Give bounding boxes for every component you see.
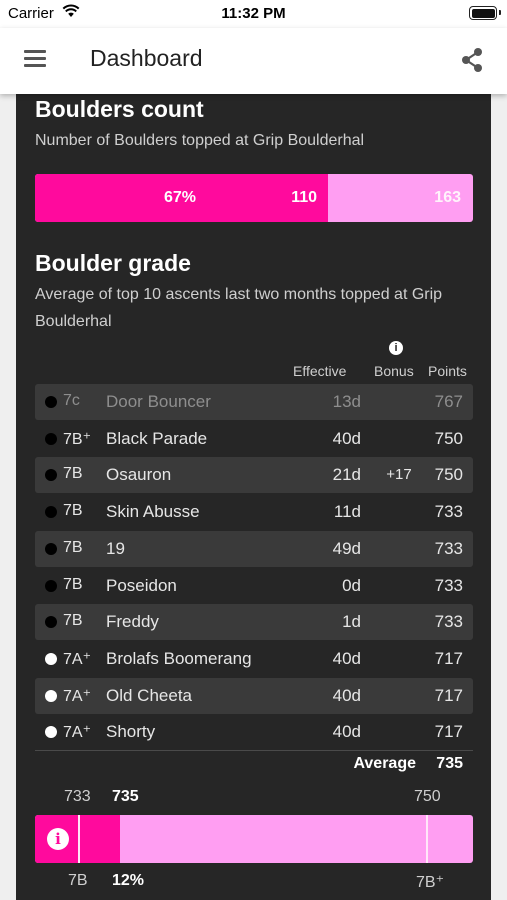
boulder-grade-subtitle: Average of top 10 ascents last two month…: [35, 286, 443, 330]
ascent-effective: 1d: [342, 612, 361, 632]
divider: [35, 750, 473, 751]
ascent-grade: 7B: [63, 612, 83, 630]
grade-color-dot: [45, 616, 57, 629]
grade-color-dot: [45, 652, 57, 665]
boulders-count-subtitle: Number of Boulders topped at Grip Boulde…: [35, 132, 365, 149]
scale-high-grade: 7B⁺: [416, 874, 445, 891]
grade-color-dot: [45, 726, 57, 739]
ascent-effective: 21d: [332, 465, 361, 485]
ascent-name: Freddy: [106, 612, 159, 632]
ascent-points: 767: [434, 392, 463, 411]
ascent-row[interactable]: 7A⁺ Brolafs Boomerang 40d 717: [35, 641, 473, 677]
grade-color-dot: [45, 396, 57, 408]
grade-bar-start-tick: [78, 815, 80, 863]
boulders-count-bar: 67% 110 163: [35, 174, 473, 222]
app-bar: Dashboard: [0, 28, 507, 94]
ascent-row[interactable]: 7B Skin Abusse 11d 733: [35, 494, 473, 530]
ascent-grade: 7B: [63, 502, 83, 520]
hamburger-menu-icon[interactable]: [24, 50, 46, 70]
scale-low-points: 733: [64, 788, 91, 805]
grade-color-dot: [45, 542, 57, 555]
ascent-effective: 49d: [332, 538, 361, 558]
ascent-name: Old Cheeta: [106, 685, 192, 705]
ascent-name: Osauron: [106, 465, 172, 485]
ascent-name: Door Bouncer: [106, 392, 211, 411]
ascent-points: 750: [434, 465, 463, 485]
ascent-row[interactable]: 7A⁺ Old Cheeta 40d 717: [35, 677, 473, 714]
column-effective: Effective: [293, 363, 347, 379]
boulders-count-title: Boulders count: [35, 96, 204, 122]
boulders-count-total: 163: [434, 189, 461, 206]
boulders-count-percent: 67%: [163, 189, 197, 206]
ascent-name: 19: [106, 538, 125, 558]
info-icon[interactable]: i: [47, 828, 69, 850]
grade-bar-end-tick: [426, 815, 428, 863]
grade-color-dot: [45, 579, 57, 592]
ascent-effective: 40d: [332, 685, 361, 705]
battery-icon: [469, 6, 501, 20]
status-bar: Carrier 11:32 PM: [0, 0, 507, 28]
ascent-points: 750: [434, 428, 463, 448]
ascent-row[interactable]: 7A⁺ Shorty 40d 717: [35, 714, 473, 750]
ascent-points: 717: [434, 722, 463, 742]
ascent-row[interactable]: 7B Freddy 1d 733: [35, 604, 473, 641]
ascent-row[interactable]: 7B⁺ Black Parade 40d 750: [35, 421, 473, 457]
grade-color-dot: [45, 689, 57, 702]
scale-current-points: 735: [112, 788, 139, 805]
bonus-info-icon[interactable]: i: [389, 341, 403, 355]
ascent-points: 717: [434, 685, 463, 705]
ascent-row[interactable]: 7B Poseidon 0d 733: [35, 568, 473, 604]
ascent-grade: 7B: [63, 538, 83, 556]
ascent-grade: 7B: [63, 575, 83, 593]
grade-color-dot: [45, 432, 57, 445]
clock: 11:32 PM: [221, 5, 286, 22]
ascent-row[interactable]: 7c Door Bouncer 13d 767: [35, 384, 473, 420]
ascent-bonus: +17: [386, 466, 412, 484]
ascent-points: 733: [434, 502, 463, 522]
ascent-name: Poseidon: [106, 575, 177, 595]
scale-progress-percent: 12%: [112, 872, 145, 889]
ascent-name: Brolafs Boomerang: [106, 648, 252, 668]
share-icon[interactable]: [459, 47, 485, 78]
average-label: Average: [353, 755, 416, 772]
ascent-points: 733: [434, 575, 463, 595]
column-bonus: Bonus: [374, 363, 414, 379]
ascent-grade: 7B: [63, 465, 83, 483]
ascent-points: 733: [434, 612, 463, 632]
ascent-name: Skin Abusse: [106, 502, 200, 522]
dashboard-card: Boulders count Number of Boulders topped…: [16, 94, 491, 900]
grade-progress-bar: i: [35, 815, 473, 863]
grade-color-dot: [45, 469, 57, 482]
ascent-grade: 7A⁺: [63, 650, 92, 668]
ascent-points: 717: [434, 648, 463, 668]
grade-color-dot: [45, 506, 57, 519]
ascent-grade: 7c: [63, 392, 80, 409]
ascent-effective: 11d: [333, 502, 361, 522]
ascent-effective: 40d: [332, 722, 361, 742]
ascent-name: Shorty: [106, 722, 156, 742]
boulders-count-topped: 110: [291, 189, 317, 206]
scale-high-points: 750: [414, 788, 441, 805]
scale-low-grade: 7B: [68, 872, 88, 889]
ascent-points: 733: [434, 538, 463, 558]
column-points: Points: [428, 363, 467, 379]
ascent-grade: 7B⁺: [63, 430, 92, 448]
page-title: Dashboard: [90, 45, 203, 71]
ascent-effective: 13d: [332, 392, 361, 411]
ascent-row[interactable]: 7B Osauron 21d +17 750: [35, 457, 473, 494]
boulder-grade-title: Boulder grade: [35, 250, 191, 276]
ascent-effective: 40d: [332, 428, 361, 448]
average-value: 735: [436, 755, 463, 772]
ascent-grade: 7A⁺: [63, 687, 92, 705]
ascent-effective: 40d: [332, 648, 361, 668]
ascent-name: Black Parade: [106, 428, 208, 448]
ascent-effective: 0d: [342, 575, 361, 595]
ascent-row[interactable]: 7B 19 49d 733: [35, 530, 473, 567]
ascent-grade: 7A⁺: [63, 724, 92, 742]
